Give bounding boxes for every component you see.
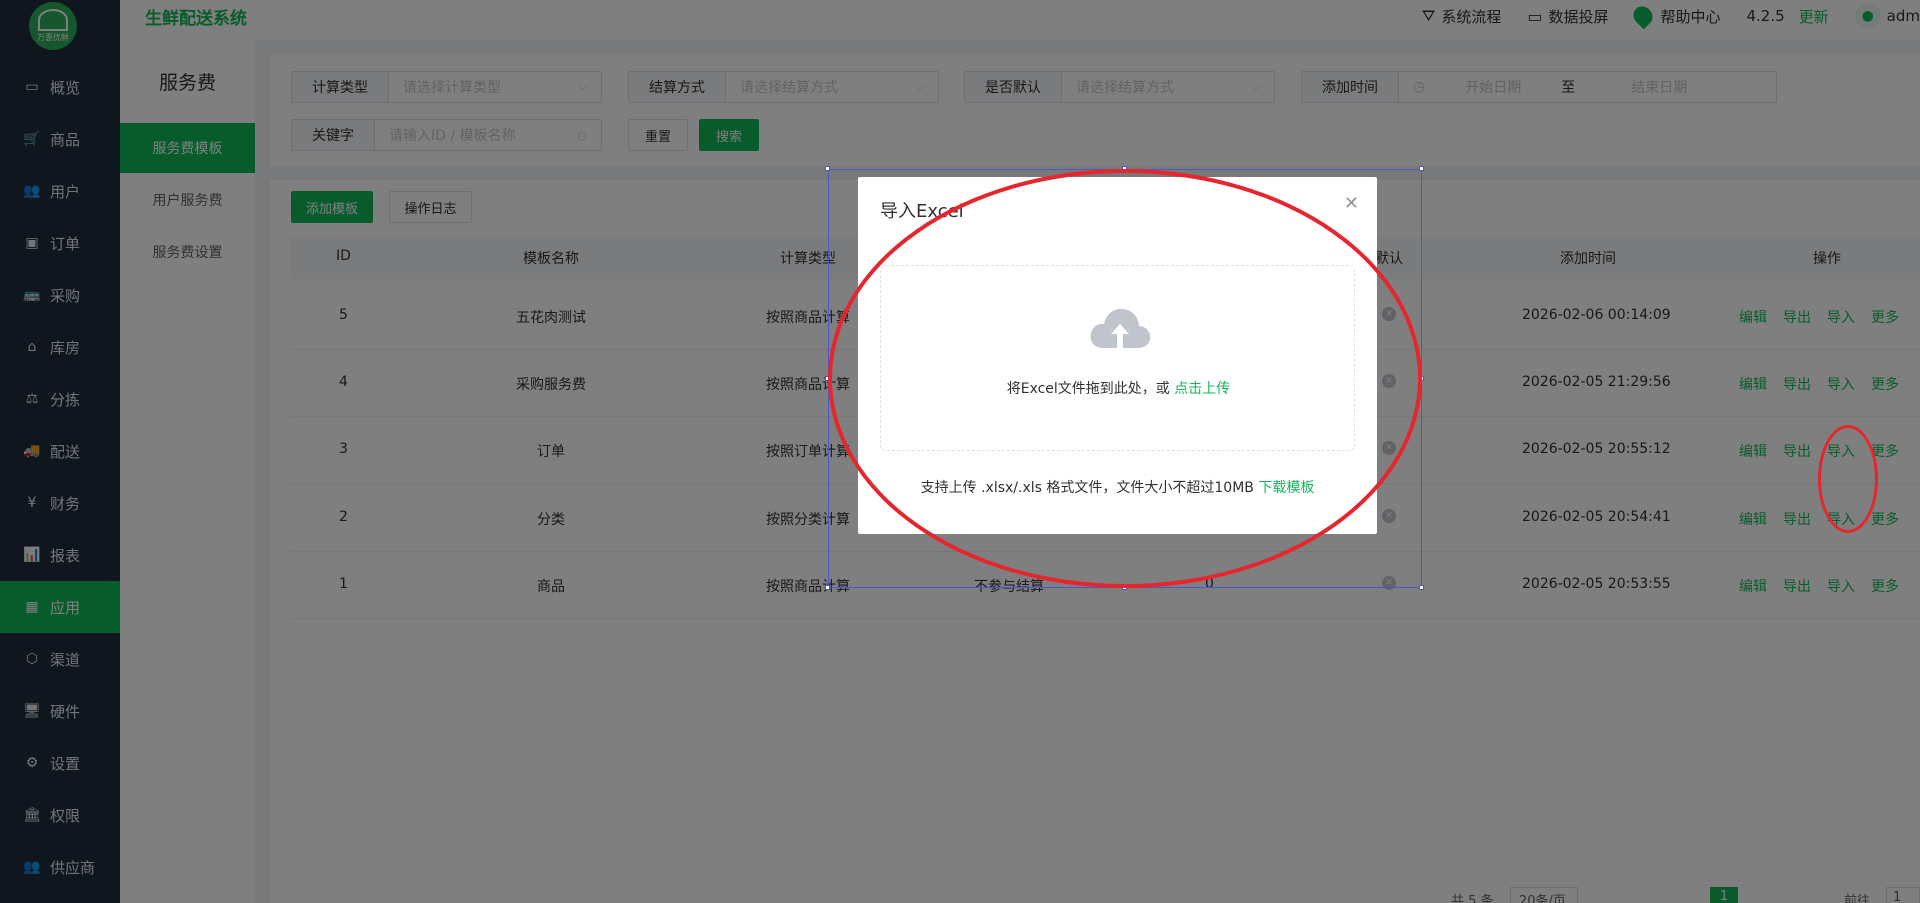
resize-handle[interactable]	[1419, 585, 1424, 590]
resize-handle[interactable]	[1419, 166, 1424, 171]
red-ellipse-annotation	[1818, 425, 1878, 533]
red-ellipse-annotation	[828, 169, 1422, 588]
resize-handle[interactable]	[825, 585, 830, 590]
resize-handle[interactable]	[825, 166, 830, 171]
